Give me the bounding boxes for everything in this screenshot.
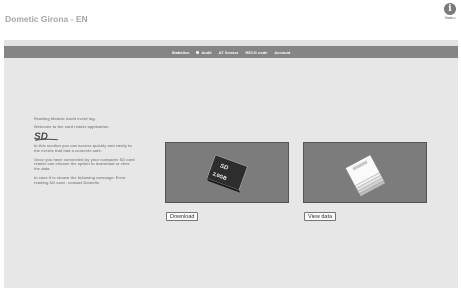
intro-text: Reading Module Audit event log. [34,116,96,121]
download-info-text: Once you have connected by your computer… [34,156,135,172]
nav-item-recg-code[interactable]: RECG code [245,50,267,55]
nav-item-label: AT Sensor [218,49,239,55]
nav-item-statistics[interactable]: Statistics [172,50,190,55]
download-button[interactable]: Download [166,212,199,221]
sd-card-stack-image [303,142,427,203]
nav-item-label: Statistics [171,49,190,55]
nav-item-account[interactable]: Account [274,50,290,55]
nav-item-label: Account [274,49,291,55]
sd-card-image: SD 2.0GB [165,142,289,203]
app-title: Dometic Girona - EN [5,14,88,24]
info-button[interactable]: i Stats.u [442,3,458,20]
view-data-button[interactable]: View data [304,212,337,221]
nav-item-audit[interactable]: Audit [196,49,212,55]
nav-item-label: Audit [201,49,212,55]
sd-logo-icon: SD [34,132,59,141]
nav-item-at-sensor[interactable]: AT Sensor [219,50,239,55]
info-icon: i [444,3,456,15]
info-label: Stats.u [444,16,456,20]
sd-card-icon: SD 2.0GB [206,154,248,193]
nav-item-label: RECG code [245,49,268,55]
main-content: Reading Module Audit event log. Welcome … [4,58,458,288]
welcome-text: Welcome to the card reader application [34,124,109,130]
sd-card-stack-icon [345,154,386,197]
content-frame: Statistics Audit AT Sensor RECG code Acc… [4,40,458,288]
section-info-text: In this section you can access quickly a… [34,143,132,154]
active-indicator-icon [196,50,200,54]
main-navbar: Statistics Audit AT Sensor RECG code Acc… [4,46,458,58]
error-info-text: In case it is shown the following messag… [34,174,126,185]
description-column: Reading Module Audit event log. Welcome … [34,116,136,189]
